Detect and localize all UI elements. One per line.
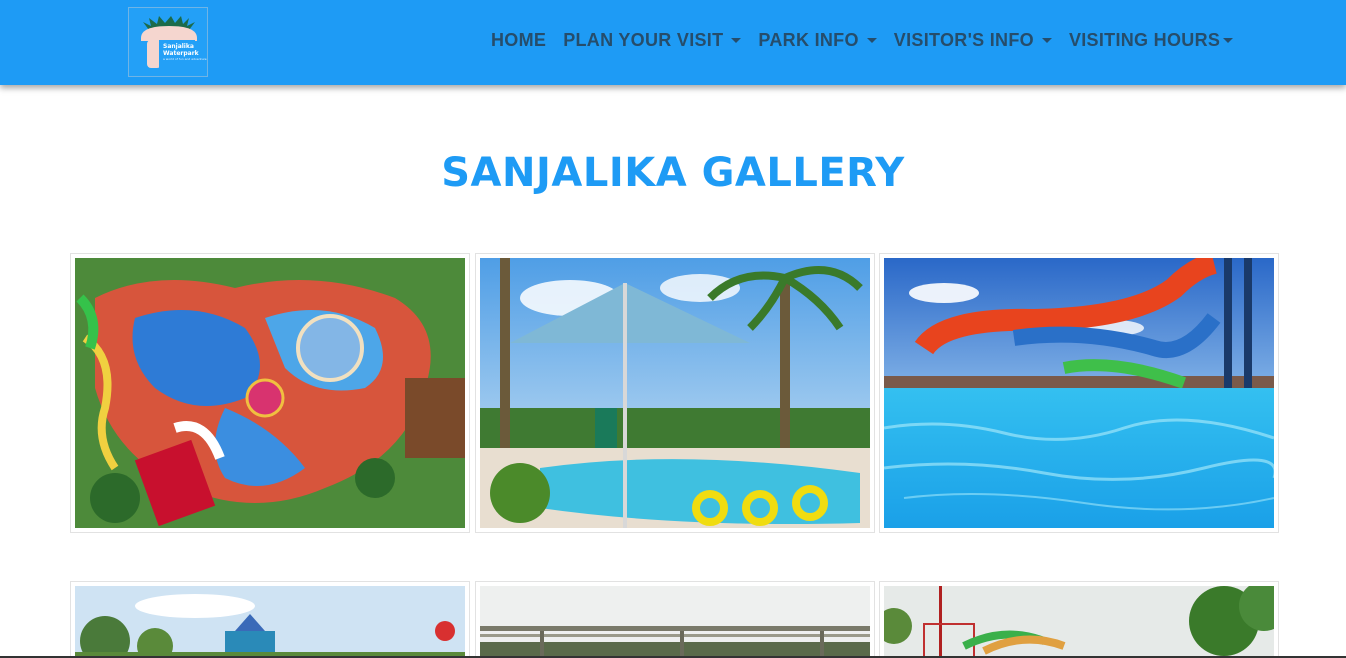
caret-down-icon <box>1041 38 1052 43</box>
gallery-item-pool-umbrella[interactable] <box>475 253 875 533</box>
gallery-item-slide-tower[interactable] <box>879 581 1279 658</box>
nav-home-label: HOME <box>491 30 547 50</box>
gallery-image <box>75 258 465 528</box>
gallery-image <box>75 586 465 656</box>
pool-umbrella-image <box>480 258 870 528</box>
nav-visitors-info-label: VISITOR'S INFO <box>893 30 1034 50</box>
gallery-image <box>884 258 1274 528</box>
castle-image <box>75 586 465 656</box>
gallery-image <box>884 586 1274 656</box>
logo-name: Sanjalika Waterpark <box>163 43 199 57</box>
nav-home[interactable]: HOME <box>491 30 546 51</box>
logo-tagline: a world of fun and adventure <box>163 57 207 61</box>
water-slides-image <box>884 258 1274 528</box>
nav-visiting-hours-label: VISITING HOURS <box>1068 30 1221 50</box>
nav-visitors-info[interactable]: VISITOR'S INFO <box>894 30 1052 51</box>
caret-down-icon <box>1223 38 1234 43</box>
nav-park-info[interactable]: PARK INFO <box>758 30 877 51</box>
slide-tower-image <box>884 586 1274 656</box>
navbar: Sanjalika Waterpark a world of fun and ad… <box>0 0 1346 85</box>
logo[interactable]: Sanjalika Waterpark a world of fun and ad… <box>128 7 208 77</box>
gallery-item-water-slides[interactable] <box>879 253 1279 533</box>
gallery-item-castle[interactable] <box>70 581 470 658</box>
gallery-item-bridge[interactable] <box>475 581 875 658</box>
nav-plan-your-visit-label: PLAN YOUR VISIT <box>563 30 724 50</box>
caret-down-icon <box>731 38 742 43</box>
aerial-waterpark-image <box>75 258 465 528</box>
gallery-title: SANJALIKA GALLERY <box>441 150 905 196</box>
nav-plan-your-visit[interactable]: PLAN YOUR VISIT <box>563 30 742 51</box>
caret-down-icon <box>866 38 877 43</box>
gallery-image <box>480 586 870 656</box>
main-nav: HOME PLAN YOUR VISIT PARK INFO VISITOR'S… <box>491 30 1250 51</box>
gallery-item-aerial-waterpark[interactable] <box>70 253 470 533</box>
gallery-image <box>480 258 870 528</box>
nav-visiting-hours[interactable]: VISITING HOURS <box>1068 30 1234 51</box>
nav-park-info-label: PARK INFO <box>758 30 859 50</box>
bridge-image <box>480 586 870 656</box>
